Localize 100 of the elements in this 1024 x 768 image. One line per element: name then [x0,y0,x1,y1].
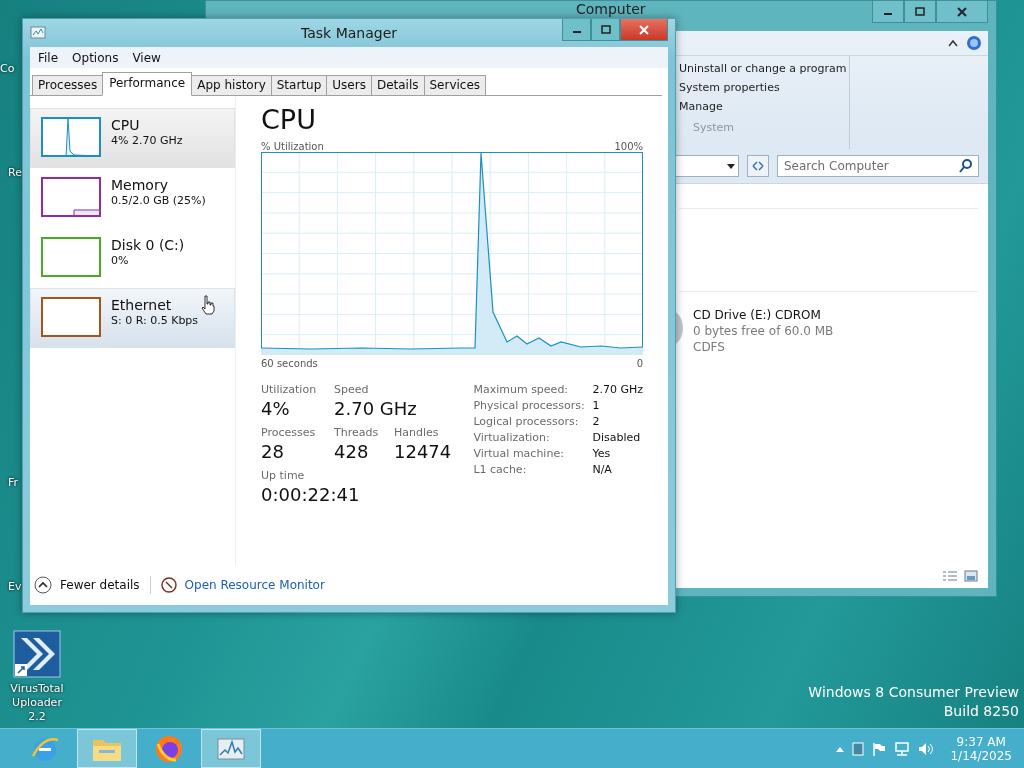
app-icon [30,25,46,39]
tab[interactable]: Details [370,75,425,96]
resource-item[interactable]: Ethernet S: 0 R: 0.5 Kbps [30,288,235,348]
stat-label: Speed [334,383,370,396]
flag-icon[interactable] [872,741,887,756]
menu-item[interactable]: Options [66,48,125,67]
spec-label: Virtualization: [473,431,551,444]
collapse-ribbon-icon[interactable] [948,39,958,47]
desktop-icon-label[interactable]: Ev [8,580,22,593]
stat-value: 2.70 GHz [334,398,418,419]
ribbon-group-label: System [692,121,736,134]
drive-file-system: CDFS [693,340,726,354]
spec-value: Disabled [592,431,642,444]
stat-value: 428 [334,441,370,462]
search-icon [959,159,973,173]
maximize-button[interactable] [904,1,936,23]
spec-label: L1 cache: [473,463,528,476]
shortcut-label: VirusTotal Uploader 2.2 [9,682,65,724]
stat-value: 0:00:22:41 [261,484,361,505]
minimize-button[interactable] [562,19,591,41]
maximize-icon [915,7,925,16]
clock-date: 1/14/2025 [950,748,1012,763]
drive-name[interactable]: CD Drive (E:) CDROM [693,308,834,322]
close-button[interactable] [936,1,988,23]
tab[interactable]: Processes [32,75,104,96]
resource-detail: 4% 2.70 GHz [111,134,183,147]
show-hidden-icons-icon[interactable] [836,745,845,752]
axis-label: 0 [636,358,643,369]
window-title: Task Manager [301,25,397,41]
resource-item[interactable]: CPU 4% 2.70 GHz [30,108,235,168]
ribbon-command[interactable]: Uninstall or change a program [679,62,849,75]
close-icon [957,6,967,17]
spec-value: 2 [592,415,601,428]
stat-label: Handles [394,426,440,439]
stat-value: 4% [261,398,291,419]
stat-value: 12474 [394,441,453,462]
window-title: Computer [576,1,646,18]
resource-graph-drawing [41,177,101,217]
spec-label: Maximum speed: [473,383,570,396]
spec-label: Logical processors: [473,415,580,428]
spec-value: 2.70 GHz [592,383,643,396]
resource-heading: CPU [261,104,317,135]
drive-free-space: 0 bytes free of 60.0 MB [693,324,834,338]
refresh-button[interactable] [747,155,769,177]
resource-name: CPU [111,117,141,133]
stat-label: Processes [261,426,317,439]
resource-detail: 0% [111,254,130,267]
stat-label: Up time [261,469,306,482]
desktop-icon-label[interactable]: Re [8,166,22,179]
desktop-icon-label[interactable]: Co [0,62,15,75]
resource-detail: 0.5/2.0 GB (25%) [111,194,206,207]
tab[interactable]: Services [423,75,487,96]
spec-label: Virtual machine: [473,447,565,460]
resource-detail: S: 0 R: 0.5 Kbps [111,314,199,327]
dropdown-icon [724,162,738,170]
ribbon-command[interactable]: Manage [679,100,849,113]
stat-label: Threads [334,426,380,439]
stat-value: 28 [261,441,285,462]
taskbar-button[interactable] [201,729,261,768]
fewer-details-button[interactable]: Fewer details [34,576,140,594]
resource-graph-drawing [41,297,101,337]
tab[interactable]: Startup [270,75,328,96]
tab[interactable]: App history [191,75,272,96]
square-icon[interactable] [852,741,865,756]
minimize-button[interactable] [872,1,904,23]
spec-label: Physical processors: [473,399,586,412]
performance-monitor-icon [216,735,246,762]
maximize-button[interactable] [591,19,620,41]
resource-graph-drawing [41,117,101,157]
network-icon[interactable] [894,741,911,756]
axis-label: % Utilization [261,141,324,152]
large-icons-view-icon[interactable] [964,570,978,582]
shortcut-icon[interactable] [13,630,61,678]
close-button[interactable] [620,19,668,41]
resource-name: Disk 0 (C:) [111,237,185,253]
resource-name: Memory [111,177,169,193]
speaker-icon[interactable] [918,741,935,756]
search-field[interactable]: Search Computer [777,155,979,177]
stat-label: Utilization [261,383,318,396]
os-version-text: Windows 8 Consumer Preview [808,684,1019,700]
resource-name: Ethernet [111,297,173,313]
ribbon-command[interactable]: System properties [679,81,849,94]
maximize-icon [600,25,611,34]
spec-value: Yes [592,447,612,460]
spec-value: 1 [592,399,601,412]
tab[interactable]: Users [326,75,372,96]
axis-label: 60 seconds [261,358,318,369]
desktop-icon-label[interactable]: Fr [8,476,19,489]
close-icon [639,24,649,35]
axis-label: 100% [614,141,643,152]
hand-cursor-icon [201,295,215,315]
spec-value: N/A [592,463,613,476]
os-version-text: Build 8250 [943,703,1019,719]
menu-item[interactable]: View [126,48,167,67]
menu-item[interactable]: File [32,48,65,67]
clock-time: 9:37 AM [956,734,1006,749]
tab[interactable]: Performance [102,72,193,96]
collapse-icon [34,576,52,594]
resource-monitor-link[interactable]: Open Resource Monitor [160,577,325,593]
resource-graph-drawing [41,237,101,277]
